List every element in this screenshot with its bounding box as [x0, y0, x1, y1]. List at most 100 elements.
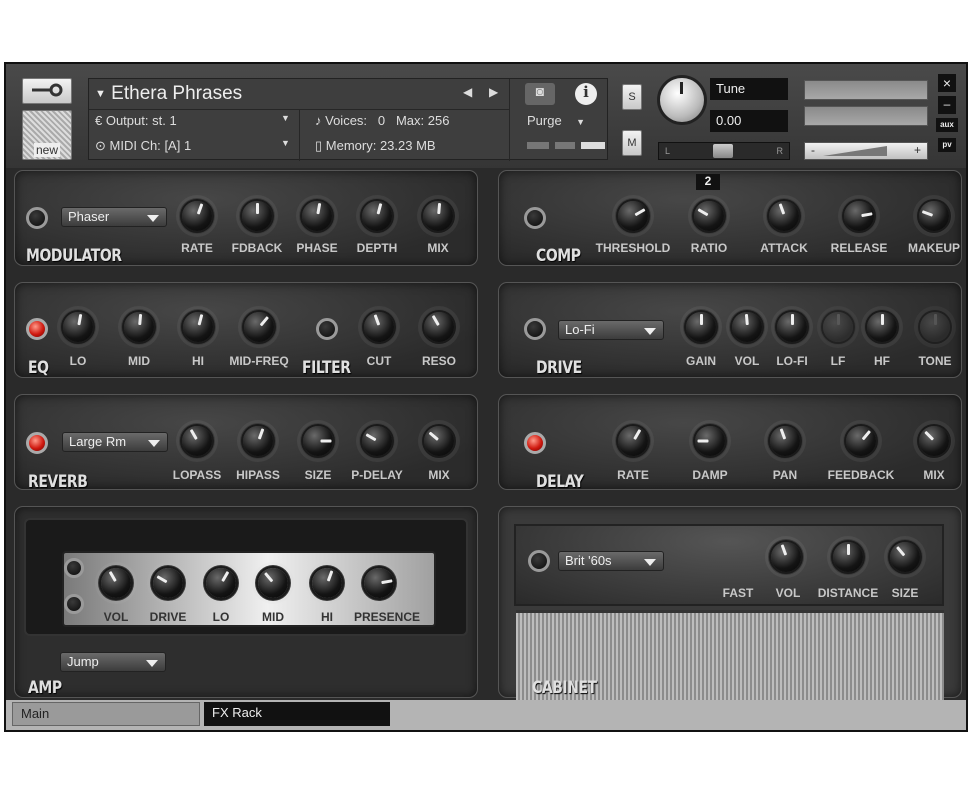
delay-title: DELAY — [536, 472, 584, 492]
modulator-mix-label: MIX — [427, 241, 449, 255]
delay-mix-knob[interactable] — [919, 426, 949, 456]
drive-tone-knob[interactable] — [920, 312, 950, 342]
tab-main[interactable]: Main — [12, 702, 200, 726]
tab-fx-rack[interactable]: FX Rack — [204, 702, 390, 726]
drive-type-dropdown[interactable]: Lo-Fi — [558, 320, 664, 340]
delay-rate-knob[interactable] — [618, 426, 648, 456]
filter-reso-knob[interactable] — [424, 312, 454, 342]
eq-hi-knob[interactable] — [183, 312, 213, 342]
drive-hf-knob[interactable] — [867, 312, 897, 342]
cabinet-size-knob[interactable] — [890, 542, 920, 572]
amp-model-dropdown[interactable]: Jump — [60, 652, 166, 672]
eq-power-button[interactable] — [26, 318, 48, 340]
comp-makeup-knob[interactable] — [919, 201, 949, 231]
comp-power-button[interactable] — [524, 207, 546, 229]
volume-plus[interactable]: + — [914, 143, 921, 157]
purge-dropdown[interactable]: Purge ▼ — [527, 113, 585, 128]
delay-feedback-knob[interactable] — [846, 426, 876, 456]
tune-value[interactable]: 0.00 — [710, 110, 788, 132]
aux-button[interactable]: aux — [936, 118, 958, 132]
modulator-rate-knob[interactable] — [182, 201, 212, 231]
title-dropdown[interactable]: ▼ Ethera Phrases — [95, 83, 242, 105]
pan-handle[interactable] — [713, 144, 733, 158]
pan-right-label: R — [776, 146, 784, 156]
comp-threshold-knob[interactable] — [618, 201, 648, 231]
amp-vol-knob[interactable] — [101, 568, 131, 598]
drive-vol-knob[interactable] — [732, 312, 762, 342]
pan-slider[interactable]: L R — [658, 142, 790, 160]
solo-button[interactable]: S — [622, 84, 642, 110]
amp-lo-knob[interactable] — [206, 568, 236, 598]
drive-gain-knob[interactable] — [686, 312, 716, 342]
comp-title: COMP — [536, 246, 581, 266]
cabinet-distance-knob[interactable] — [833, 542, 863, 572]
amp-drive-knob[interactable] — [153, 568, 183, 598]
comp-threshold-label: THRESHOLD — [595, 241, 671, 255]
camera-icon[interactable]: ◙ — [525, 83, 555, 105]
info-icon[interactable]: i — [575, 83, 597, 105]
prev-arrow-icon[interactable]: ◀ — [463, 85, 472, 99]
reverb-p-delay-knob[interactable] — [362, 426, 392, 456]
modulator-mix-knob[interactable] — [423, 201, 453, 231]
modulator-phase-knob[interactable] — [302, 201, 332, 231]
eq-mid-knob[interactable] — [124, 312, 154, 342]
instrument-icon-button[interactable]: new — [22, 110, 72, 160]
modulator-type-dropdown[interactable]: Phaser — [61, 207, 167, 227]
output-selector[interactable]: € Output: st. 1 — [95, 113, 177, 128]
delay-pan-knob[interactable] — [770, 426, 800, 456]
modulator-depth-knob[interactable] — [362, 201, 392, 231]
reverb-mix-knob[interactable] — [424, 426, 454, 456]
volume-slider[interactable]: - + — [804, 142, 928, 160]
reverb-type-dropdown[interactable]: Large Rm — [62, 432, 168, 452]
reverb-power-button[interactable] — [26, 432, 48, 454]
reverb-size-knob[interactable] — [303, 426, 333, 456]
tab-bar: Main FX Rack — [6, 700, 966, 730]
modulator-power-button[interactable] — [26, 207, 48, 229]
delay-power-button[interactable] — [524, 432, 546, 454]
delay-damp-knob[interactable] — [695, 426, 725, 456]
cabinet-size-label: SIZE — [891, 586, 919, 600]
pv-button[interactable]: pv — [938, 138, 956, 152]
reverb-lopass-knob[interactable] — [182, 426, 212, 456]
mute-button[interactable]: M — [622, 130, 642, 156]
comp-makeup-label: MAKEUP — [907, 241, 960, 255]
modulator-fdback-knob[interactable] — [242, 201, 272, 231]
chevron-down-icon: ▼ — [576, 117, 586, 127]
output-dropdown-arrow[interactable]: ▼ — [281, 113, 290, 123]
delay-rate-label: RATE — [617, 468, 649, 482]
delay-pan-label: PAN — [772, 468, 798, 482]
divider — [509, 79, 510, 161]
midi-channel-selector[interactable]: ⊙ MIDI Ch: [A] 1 — [95, 138, 191, 154]
modulator-title: MODULATOR — [26, 246, 122, 266]
filter-cut-knob[interactable] — [364, 312, 394, 342]
close-icon[interactable]: × — [938, 74, 956, 92]
amp-presence-knob[interactable] — [364, 568, 394, 598]
comp-release-knob[interactable] — [844, 201, 874, 231]
drive-lo-fi-knob[interactable] — [777, 312, 807, 342]
delay-mix-label: MIX — [923, 468, 945, 482]
comp-ratio-knob[interactable] — [694, 201, 724, 231]
minimize-icon[interactable]: – — [938, 96, 956, 114]
eq-mid-freq-knob[interactable] — [244, 312, 274, 342]
comp-attack-knob[interactable] — [769, 201, 799, 231]
drive-lf-knob[interactable] — [823, 312, 853, 342]
filter-power-button[interactable] — [316, 318, 338, 340]
divider — [299, 109, 300, 161]
wrench-button[interactable] — [22, 78, 72, 104]
eq-lo-knob[interactable] — [63, 312, 93, 342]
drive-power-button[interactable] — [524, 318, 546, 340]
cabinet-vol-knob[interactable] — [771, 542, 801, 572]
tune-knob[interactable] — [660, 78, 704, 122]
volume-level-wedge — [823, 146, 887, 156]
volume-minus[interactable]: - — [811, 143, 815, 157]
cabinet-power-button[interactable] — [528, 550, 550, 572]
midi-dropdown-arrow[interactable]: ▼ — [281, 138, 290, 148]
cabinet-model-dropdown[interactable]: Brit '60s — [558, 551, 664, 571]
amp-mid-knob[interactable] — [258, 568, 288, 598]
output-label: Output: — [105, 113, 149, 128]
drive-tone-label: TONE — [918, 354, 952, 368]
amp-hi-knob[interactable] — [312, 568, 342, 598]
reverb-hipass-knob[interactable] — [243, 426, 273, 456]
amp-input-jack-1[interactable] — [64, 558, 84, 578]
next-arrow-icon[interactable]: ▶ — [489, 85, 498, 99]
